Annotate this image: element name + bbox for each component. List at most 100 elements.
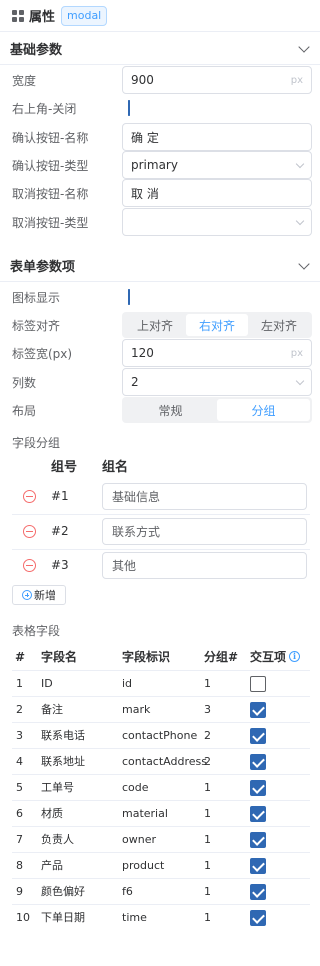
group-name-input[interactable]: 其他	[102, 552, 307, 579]
row-field-name: 负责人	[41, 833, 74, 846]
col-field-name: 字段名	[41, 650, 78, 664]
row-label-width: 标签宽(px) 120 px	[0, 339, 320, 367]
row-group: 1	[204, 807, 211, 820]
row-close: 右上角-关闭	[0, 94, 320, 122]
row-index: 4	[16, 755, 23, 768]
layout-normal-option[interactable]: 常规	[124, 399, 217, 421]
interactive-checkbox[interactable]	[250, 806, 266, 822]
close-checkbox[interactable]	[128, 100, 130, 116]
group-row: #3 其他	[12, 548, 310, 584]
row-index: 7	[16, 833, 23, 846]
cancel-type-label: 取消按钮-类型	[12, 215, 89, 230]
panel-header: 属性 modal	[0, 0, 320, 32]
cancel-name-input[interactable]: 取 消	[122, 179, 312, 207]
icon-display-label: 图标显示	[12, 290, 61, 305]
interactive-checkbox[interactable]	[250, 884, 266, 900]
ok-name-input[interactable]: 确 定	[122, 123, 312, 151]
group-no: #3	[51, 558, 69, 572]
row-cancel-type: 取消按钮-类型	[0, 208, 320, 236]
row-field-key: owner	[122, 833, 156, 846]
label-width-input[interactable]: 120 px	[122, 339, 312, 367]
info-icon[interactable]: i	[289, 651, 301, 662]
interactive-checkbox[interactable]	[250, 858, 266, 874]
section-form-header[interactable]: 表单参数项	[0, 250, 320, 282]
row-group: 1	[204, 781, 211, 794]
interactive-checkbox[interactable]	[250, 676, 266, 692]
row-index: 2	[16, 703, 23, 716]
add-group-label: 新增	[34, 589, 56, 602]
width-value: 900	[131, 73, 154, 87]
row-field-name: 联系地址	[41, 755, 85, 768]
row-group: 1	[204, 677, 211, 690]
cols-value: 2	[131, 375, 139, 389]
chevron-down-icon	[295, 216, 305, 225]
label-width-unit: px	[290, 347, 303, 359]
chevron-down-icon	[295, 159, 305, 168]
table-row: 1 ID id 1	[12, 670, 310, 696]
row-field-key: code	[122, 781, 149, 794]
row-field-key: time	[122, 911, 147, 924]
row-index: 6	[16, 807, 23, 820]
align-left-option[interactable]: 左对齐	[248, 314, 310, 336]
group-name-input[interactable]: 联系方式	[102, 518, 307, 545]
ok-type-select[interactable]: primary	[122, 151, 312, 179]
cols-label: 列数	[12, 375, 37, 390]
cols-select[interactable]: 2	[122, 368, 312, 396]
row-field-key: contactPhone	[122, 729, 198, 742]
interactive-checkbox[interactable]	[250, 910, 266, 926]
row-field-key: f6	[122, 885, 133, 898]
chevron-down-icon[interactable]	[298, 257, 310, 270]
chevron-down-icon	[295, 376, 305, 385]
table-row: 8 产品 product 1	[12, 852, 310, 878]
col-group-no: 组号	[51, 460, 78, 475]
interactive-checkbox[interactable]	[250, 754, 266, 770]
chevron-down-icon[interactable]	[298, 40, 310, 53]
grid-icon	[12, 9, 24, 22]
group-row: #1 基础信息	[12, 479, 310, 515]
section-form-title: 表单参数项	[10, 260, 76, 275]
row-field-key: product	[122, 859, 165, 872]
width-unit: px	[290, 74, 303, 86]
section-basic-header[interactable]: 基础参数	[0, 33, 320, 65]
row-group: 1	[204, 859, 211, 872]
align-top-option[interactable]: 上对齐	[124, 314, 186, 336]
row-field-key: contactAddress	[122, 755, 207, 768]
row-cancel-name: 取消按钮-名称 取 消	[0, 179, 320, 207]
table-row: 3 联系电话 contactPhone 2	[12, 722, 310, 748]
col-group-name: 组名	[102, 460, 129, 475]
row-index: 10	[16, 911, 30, 924]
add-group-button[interactable]: 新增	[12, 585, 66, 605]
ok-name-label: 确认按钮-名称	[12, 130, 89, 145]
group-no: #2	[51, 524, 69, 538]
icon-display-checkbox[interactable]	[128, 289, 130, 305]
layout-segmented: 常规 分组	[122, 397, 312, 423]
remove-circle-icon[interactable]	[23, 559, 36, 572]
table-row: 5 工单号 code 1	[12, 774, 310, 800]
row-field-name: 颜色偏好	[41, 885, 85, 898]
groups-table-header: 组号 组名	[0, 456, 320, 478]
interactive-checkbox[interactable]	[250, 728, 266, 744]
row-layout: 布局 常规 分组	[0, 396, 320, 424]
group-no: #1	[51, 489, 69, 503]
width-input[interactable]: 900 px	[122, 66, 312, 94]
col-group: 分组#	[204, 650, 239, 664]
group-name-input[interactable]: 基础信息	[102, 483, 307, 510]
ok-name-value: 确 定	[131, 130, 159, 145]
row-cols: 列数 2	[0, 368, 320, 396]
remove-circle-icon[interactable]	[23, 525, 36, 538]
cancel-type-select[interactable]	[122, 208, 312, 236]
layout-label: 布局	[12, 403, 37, 418]
row-ok-name: 确认按钮-名称 确 定	[0, 123, 320, 151]
interactive-checkbox[interactable]	[250, 780, 266, 796]
align-right-option[interactable]: 右对齐	[186, 314, 248, 336]
row-group: 2	[204, 729, 211, 742]
row-group: 2	[204, 755, 211, 768]
interactive-checkbox[interactable]	[250, 702, 266, 718]
remove-circle-icon[interactable]	[23, 490, 36, 503]
table-row: 7 负责人 owner 1	[12, 826, 310, 852]
col-field-key: 字段标识	[122, 650, 171, 664]
layout-group-option[interactable]: 分组	[217, 399, 310, 421]
row-field-name: 材质	[41, 807, 63, 820]
row-index: 1	[16, 677, 23, 690]
interactive-checkbox[interactable]	[250, 832, 266, 848]
